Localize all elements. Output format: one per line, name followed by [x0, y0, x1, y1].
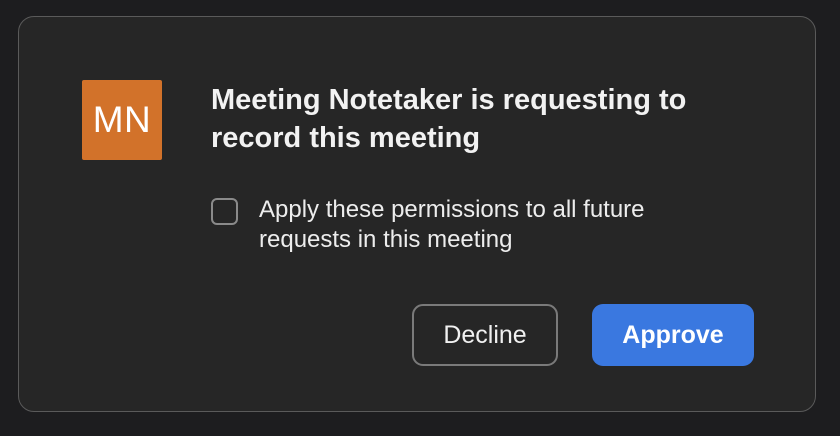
apply-to-future-label: Apply these permissions to all future re… [259, 196, 645, 253]
decline-button[interactable]: Decline [412, 304, 558, 366]
app-avatar: MN [82, 80, 162, 160]
record-permission-dialog: MN Meeting Notetaker is requesting to re… [18, 16, 816, 412]
apply-to-future-checkbox[interactable] [211, 198, 238, 225]
apply-to-future-option[interactable]: Apply these permissions to all future re… [211, 195, 751, 255]
dialog-title: Meeting Notetaker is requesting to recor… [211, 84, 687, 154]
approve-button[interactable]: Approve [592, 304, 754, 366]
